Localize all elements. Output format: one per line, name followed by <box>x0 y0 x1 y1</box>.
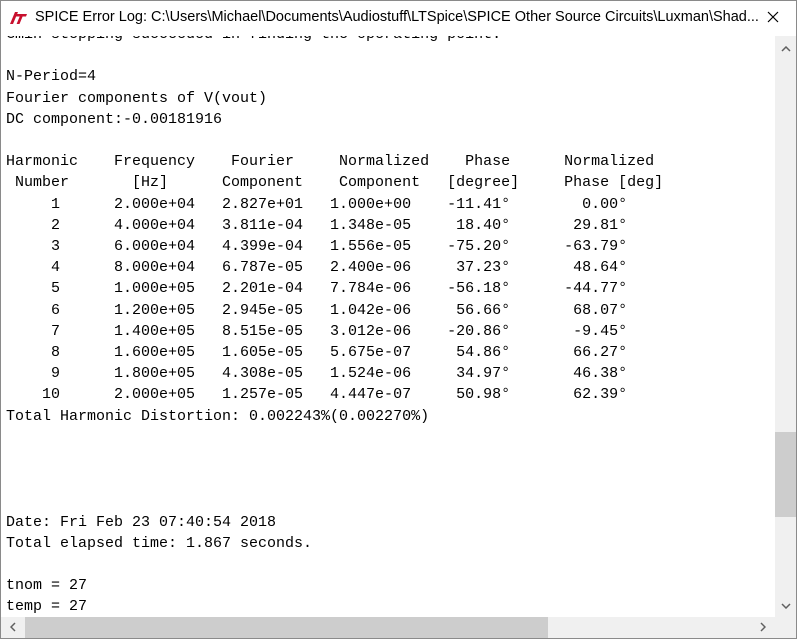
log-line: Total elapsed time: 1.867 seconds. <box>6 534 313 552</box>
table-row: 8 1.600e+05 1.605e-05 5.675e-07 54.86° 6… <box>6 344 628 362</box>
chevron-up-icon <box>780 39 791 57</box>
log-viewport[interactable]: Gmin stepping succeeded in finding the o… <box>1 36 775 617</box>
vertical-scroll-thumb[interactable] <box>775 431 796 517</box>
chevron-right-icon <box>760 619 767 637</box>
scroll-left-button[interactable] <box>1 617 25 638</box>
table-header-row-1: Harmonic Frequency Fourier Normalized Ph… <box>6 153 655 171</box>
close-icon <box>767 10 779 28</box>
vertical-scrollbar[interactable] <box>775 36 796 617</box>
chevron-down-icon <box>780 596 791 614</box>
table-row: 10 2.000e+05 1.257e-05 4.447e-07 50.98° … <box>6 386 628 404</box>
log-line: Date: Fri Feb 23 07:40:54 2018 <box>6 513 277 531</box>
close-button[interactable] <box>750 1 796 36</box>
spice-error-log-window: SPICE Error Log: C:\Users\Michael\Docume… <box>0 0 797 639</box>
log-line: Fourier components of V(vout) <box>6 89 268 107</box>
table-row: 7 1.400e+05 8.515e-05 3.012e-06 -20.86° … <box>6 322 628 340</box>
log-text[interactable]: Gmin stepping succeeded in finding the o… <box>6 36 663 617</box>
scrollbar-corner <box>775 617 796 638</box>
scroll-down-button[interactable] <box>775 593 796 617</box>
table-row: 3 6.000e+04 4.399e-04 1.556e-05 -75.20° … <box>6 238 628 256</box>
table-row: 2 4.000e+04 3.811e-04 1.348e-05 18.40° 2… <box>6 216 628 234</box>
window-title: SPICE Error Log: C:\Users\Michael\Docume… <box>35 9 759 25</box>
log-line: N-Period=4 <box>6 68 97 86</box>
table-row: 9 1.800e+05 4.308e-05 1.524e-06 34.97° 4… <box>6 365 628 383</box>
table-header-row-2: Number [Hz] Component Component [degree]… <box>6 174 664 192</box>
scroll-up-button[interactable] <box>775 36 796 60</box>
log-line: temp = 27 <box>6 598 88 616</box>
horizontal-scroll-thumb[interactable] <box>25 617 548 638</box>
log-line: DC component:-0.00181916 <box>6 110 223 128</box>
table-row: 4 8.000e+04 6.787e-05 2.400e-06 37.23° 4… <box>6 259 628 277</box>
table-row: 1 2.000e+04 2.827e+01 1.000e+00 -11.41° … <box>6 195 628 213</box>
table-row: 5 1.000e+05 2.201e-04 7.784e-06 -56.18° … <box>6 280 628 298</box>
chevron-left-icon <box>9 619 16 637</box>
thd-line: Total Harmonic Distortion: 0.002243%(0.0… <box>6 407 430 425</box>
table-row: 6 1.200e+05 2.945e-05 1.042e-06 56.66° 6… <box>6 301 628 319</box>
scroll-right-button[interactable] <box>751 617 775 638</box>
ltspice-logo-icon <box>8 11 28 25</box>
horizontal-scrollbar[interactable] <box>1 617 775 638</box>
log-line: tnom = 27 <box>6 577 88 595</box>
title-bar[interactable]: SPICE Error Log: C:\Users\Michael\Docume… <box>1 1 796 36</box>
log-line-clipped: Gmin stepping succeeded in finding the o… <box>6 36 501 43</box>
